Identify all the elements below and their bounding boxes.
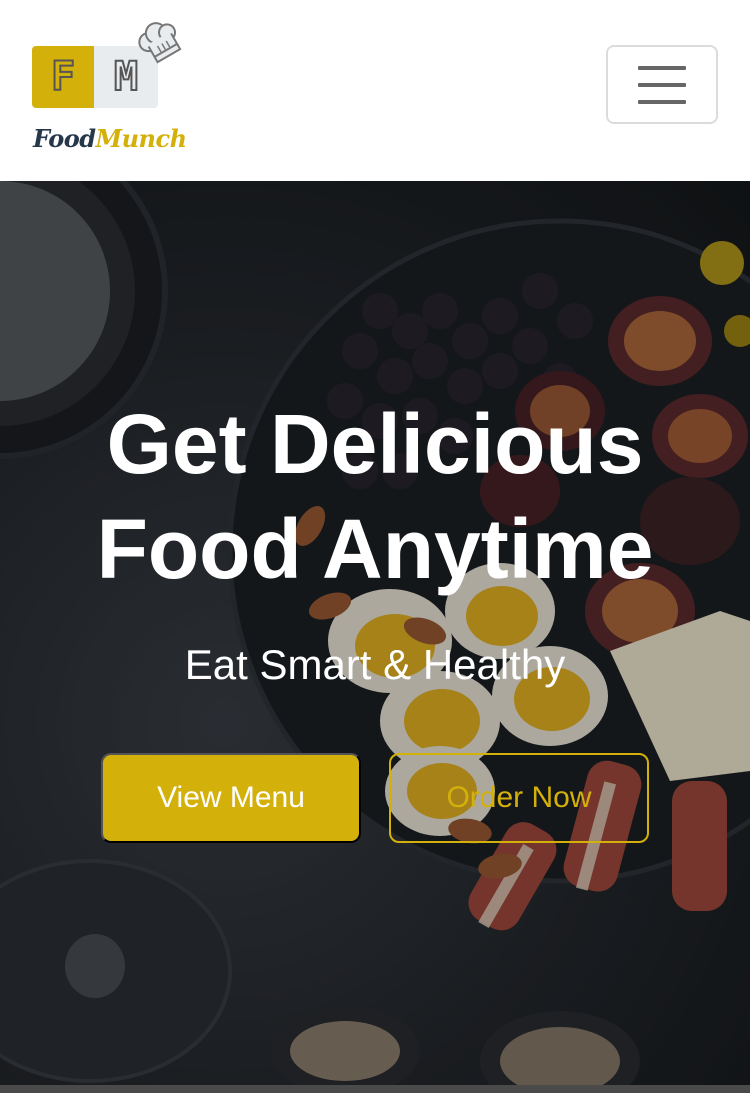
hero-title: Get Delicious Food Anytime xyxy=(0,392,750,602)
view-menu-button[interactable]: View Menu xyxy=(101,753,361,843)
logo-box-f: F xyxy=(32,46,94,108)
hamburger-line xyxy=(638,99,686,104)
logo-letter-f: F xyxy=(50,53,76,101)
chef-hat-icon xyxy=(138,22,182,64)
order-now-button[interactable]: Order Now xyxy=(389,753,649,843)
hero-subtitle: Eat Smart & Healthy xyxy=(184,641,566,688)
hamburger-line xyxy=(638,82,686,87)
brand-name-munch: Munch xyxy=(95,124,188,153)
bottom-edge-bar xyxy=(0,1085,750,1093)
brand-name: FoodMunch xyxy=(33,124,187,153)
header: F M FoodMunch xyxy=(0,0,750,181)
logo[interactable]: F M FoodMunch xyxy=(31,20,191,160)
hero-banner: Get Delicious Food Anytime Eat Smart & H… xyxy=(0,181,750,1085)
hamburger-menu-button[interactable] xyxy=(606,45,718,124)
hero-overlay xyxy=(0,181,750,1085)
hero-title-line-1: Get Delicious xyxy=(106,397,644,491)
hamburger-line xyxy=(638,65,686,70)
hero-title-line-2: Food Anytime xyxy=(96,502,654,596)
brand-name-food: Food xyxy=(33,124,96,153)
